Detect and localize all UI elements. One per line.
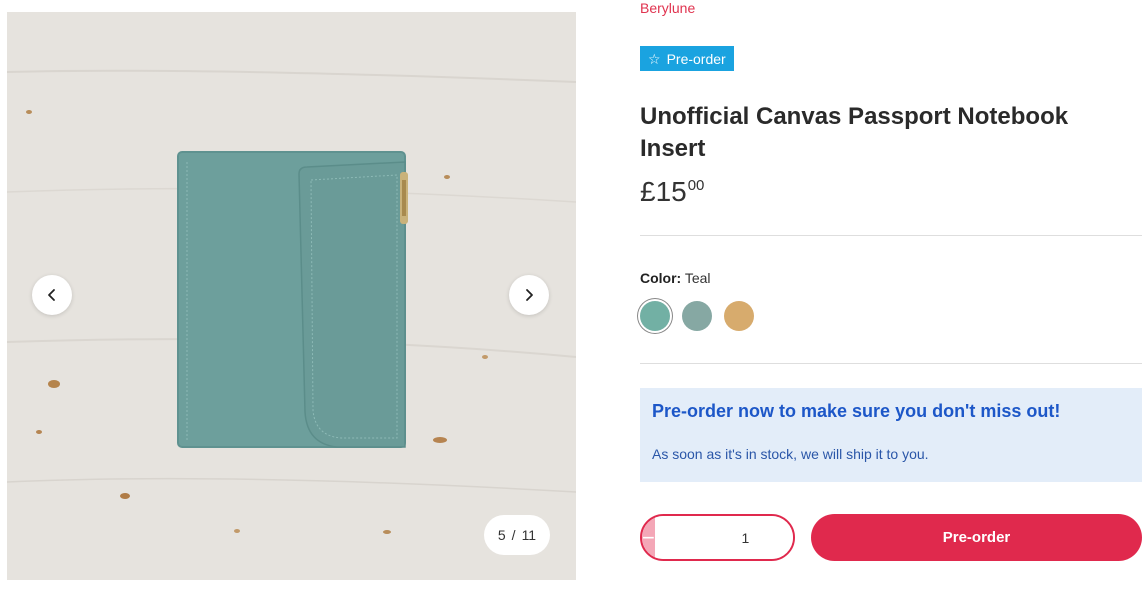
preorder-button[interactable]: Pre-order [811,514,1142,561]
chevron-right-icon [526,289,533,301]
product-photo [7,12,576,580]
swatch-teal[interactable] [640,301,670,331]
quantity-stepper: − + [640,514,795,561]
star-outline-icon: ☆ [648,50,661,67]
product-title: Unofficial Canvas Passport Notebook Inse… [640,103,1069,162]
gallery-counter-current: 5 [497,527,506,543]
brand-link[interactable]: Berylune [640,0,695,16]
price-main: £15 [640,176,687,207]
gallery-counter-separator: / [511,527,516,543]
preorder-badge: ☆ Pre-order [640,46,734,71]
color-swatches [640,301,754,331]
swatch-slate-green[interactable] [682,301,712,331]
product-price: £1500 [640,176,704,208]
preorder-notice-title: Pre-order now to make sure you don't mis… [652,401,1061,421]
product-image-gallery: 5 / 11 [7,12,576,580]
swatch-tan[interactable] [724,301,754,331]
gallery-counter-total: 11 [521,527,537,543]
color-option-label: Color: Teal [640,270,711,286]
color-label-key: Color: [640,270,682,286]
quantity-decrease-button[interactable]: − [642,516,655,559]
gallery-prev-button[interactable] [32,275,72,315]
chevron-left-icon [48,289,55,301]
preorder-notice: Pre-order now to make sure you don't mis… [640,388,1142,482]
quantity-input[interactable] [654,516,793,559]
divider [640,235,1142,236]
gallery-next-button[interactable] [509,275,549,315]
divider [640,363,1142,364]
color-selected-value: Teal [684,270,711,286]
preorder-notice-text: As soon as it's in stock, we will ship i… [652,446,929,462]
price-cents: 00 [687,176,705,194]
gallery-counter: 5 / 11 [484,515,550,555]
preorder-badge-label: Pre-order [666,50,726,67]
